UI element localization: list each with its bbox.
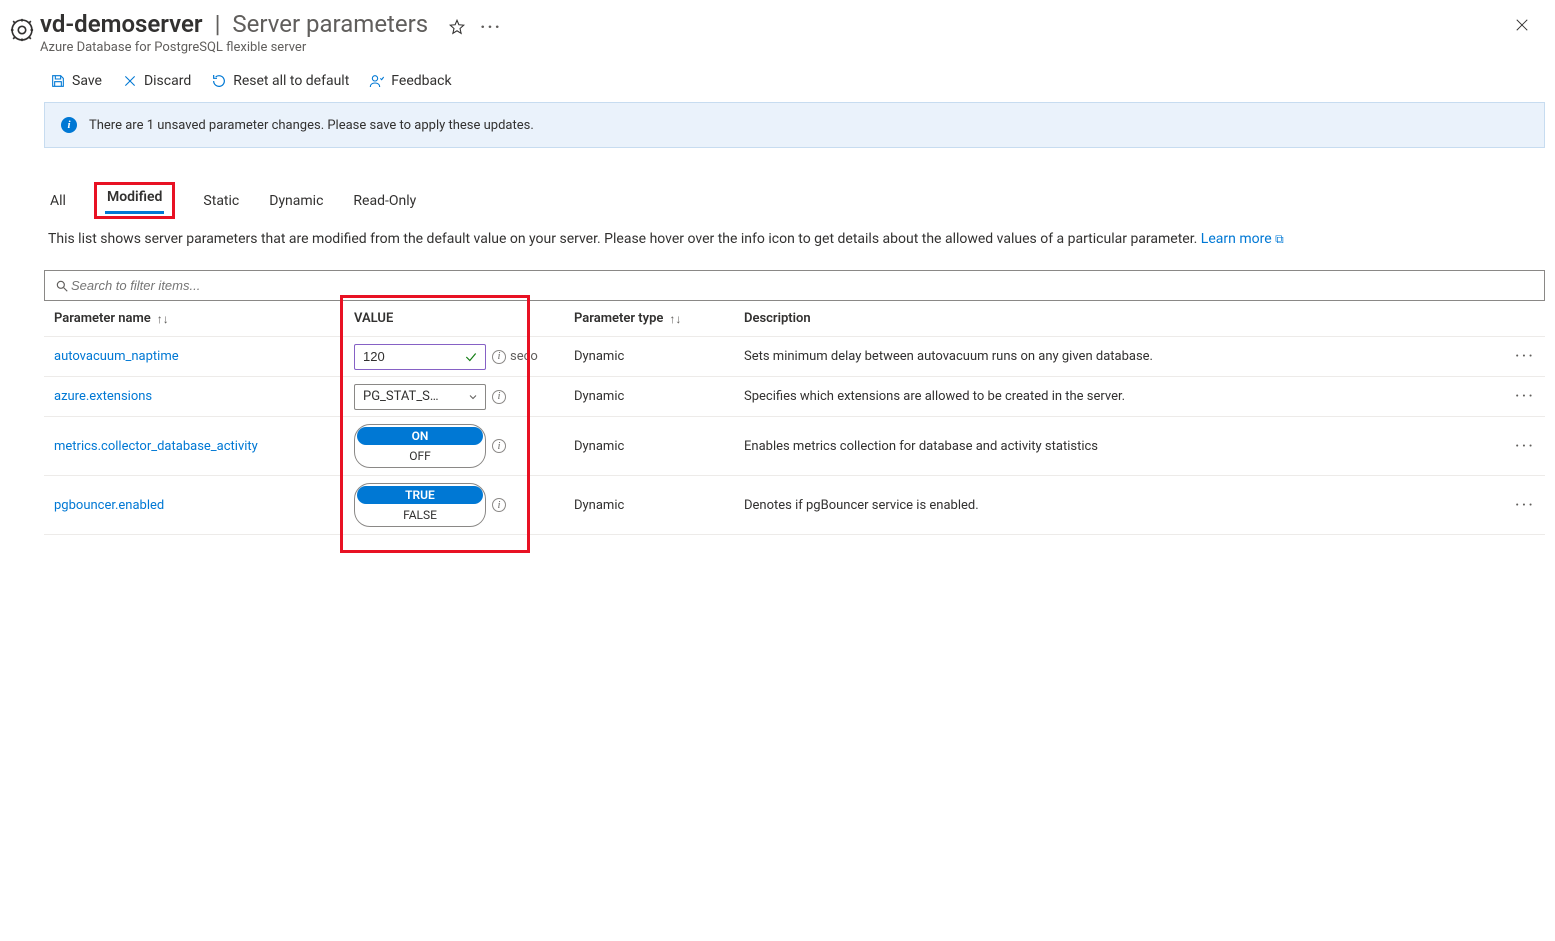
feedback-button[interactable]: Feedback — [369, 73, 451, 89]
command-bar: Save Discard Reset all to default Feedba… — [0, 59, 1555, 102]
parameter-value-toggle[interactable]: ON OFF — [354, 424, 486, 468]
parameter-name-link[interactable]: autovacuum_naptime — [54, 349, 354, 364]
page-title: Server parameters — [232, 10, 428, 38]
save-label: Save — [72, 73, 102, 89]
info-icon[interactable]: i — [492, 350, 506, 364]
col-value: VALUE — [354, 311, 574, 326]
info-icon[interactable]: i — [492, 498, 506, 512]
col-parameter-name[interactable]: Parameter name↑↓ — [54, 311, 354, 326]
col-description: Description — [744, 311, 1485, 326]
parameter-description: Specifies which extensions are allowed t… — [744, 389, 1485, 404]
close-button[interactable] — [1513, 10, 1541, 34]
tab-modified[interactable]: Modified — [105, 189, 164, 214]
resource-name: vd-demoserver — [40, 10, 203, 38]
help-text: This list shows server parameters that a… — [0, 217, 1555, 250]
reset-button[interactable]: Reset all to default — [211, 73, 349, 89]
parameter-type: Dynamic — [574, 498, 744, 513]
parameters-table: Parameter name↑↓ VALUE Parameter type↑↓ … — [44, 301, 1545, 535]
toggle-option-off[interactable]: OFF — [357, 447, 483, 465]
learn-more-link[interactable]: Learn more ⧉ — [1201, 231, 1284, 247]
parameter-name-link[interactable]: azure.extensions — [54, 389, 354, 404]
feedback-label: Feedback — [391, 73, 451, 89]
checkmark-icon — [464, 350, 478, 364]
parameter-type: Dynamic — [574, 389, 744, 404]
parameter-type: Dynamic — [574, 439, 744, 454]
info-icon[interactable]: i — [492, 390, 506, 404]
table-row: pgbouncer.enabled TRUE FALSE i Dynamic D… — [44, 476, 1545, 535]
parameter-name-link[interactable]: metrics.collector_database_activity — [54, 439, 354, 454]
tab-modified-highlight: Modified — [94, 182, 175, 219]
toggle-option-on[interactable]: ON — [357, 427, 483, 445]
chevron-down-icon — [467, 391, 479, 403]
tab-readonly[interactable]: Read-Only — [351, 193, 418, 217]
external-link-icon: ⧉ — [1275, 232, 1284, 246]
toggle-option-false[interactable]: FALSE — [357, 506, 483, 524]
filter-tabs: All Modified Static Dynamic Read-Only — [0, 148, 1555, 217]
table-row: azure.extensions PG_STAT_S… i Dynamic Sp… — [44, 377, 1545, 417]
more-actions-icon[interactable]: ··· — [480, 17, 502, 38]
save-button[interactable]: Save — [50, 73, 102, 89]
unsaved-changes-banner: i There are 1 unsaved parameter changes.… — [44, 102, 1545, 148]
reset-label: Reset all to default — [233, 73, 349, 89]
parameter-description: Enables metrics collection for database … — [744, 439, 1485, 454]
parameter-value-dropdown[interactable]: PG_STAT_S… — [354, 384, 486, 410]
title-separator: | — [213, 10, 223, 38]
banner-text: There are 1 unsaved parameter changes. P… — [89, 118, 534, 133]
info-icon: i — [61, 117, 77, 133]
row-more-icon[interactable]: ··· — [1485, 436, 1535, 457]
discard-label: Discard — [144, 73, 191, 89]
search-icon — [55, 279, 69, 293]
sort-icon: ↑↓ — [157, 312, 169, 326]
favorite-star-icon[interactable] — [448, 18, 466, 36]
value-unit: seco — [510, 349, 538, 364]
col-parameter-type[interactable]: Parameter type↑↓ — [574, 311, 744, 326]
page-header: vd-demoserver | Server parameters ··· Az… — [0, 0, 1555, 59]
search-input[interactable] — [69, 277, 1534, 294]
info-icon[interactable]: i — [492, 439, 506, 453]
search-box[interactable] — [44, 270, 1545, 301]
table-row: autovacuum_naptime i seco Dynamic Sets m… — [44, 337, 1545, 377]
parameter-name-link[interactable]: pgbouncer.enabled — [54, 498, 354, 513]
parameter-value-toggle[interactable]: TRUE FALSE — [354, 483, 486, 527]
row-more-icon[interactable]: ··· — [1485, 495, 1535, 516]
parameter-description: Denotes if pgBouncer service is enabled. — [744, 498, 1485, 513]
table-header-row: Parameter name↑↓ VALUE Parameter type↑↓ … — [44, 301, 1545, 337]
gear-icon — [4, 10, 40, 44]
resource-type-subtitle: Azure Database for PostgreSQL flexible s… — [40, 40, 1513, 55]
tab-all[interactable]: All — [48, 193, 68, 217]
table-row: metrics.collector_database_activity ON O… — [44, 417, 1545, 476]
parameter-description: Sets minimum delay between autovacuum ru… — [744, 349, 1485, 364]
row-more-icon[interactable]: ··· — [1485, 346, 1535, 367]
tab-dynamic[interactable]: Dynamic — [267, 193, 325, 217]
help-text-body: This list shows server parameters that a… — [48, 231, 1201, 247]
sort-icon: ↑↓ — [669, 312, 681, 326]
toggle-option-true[interactable]: TRUE — [357, 486, 483, 504]
parameter-type: Dynamic — [574, 349, 744, 364]
discard-button[interactable]: Discard — [122, 73, 191, 89]
tab-static[interactable]: Static — [201, 193, 241, 217]
row-more-icon[interactable]: ··· — [1485, 386, 1535, 407]
